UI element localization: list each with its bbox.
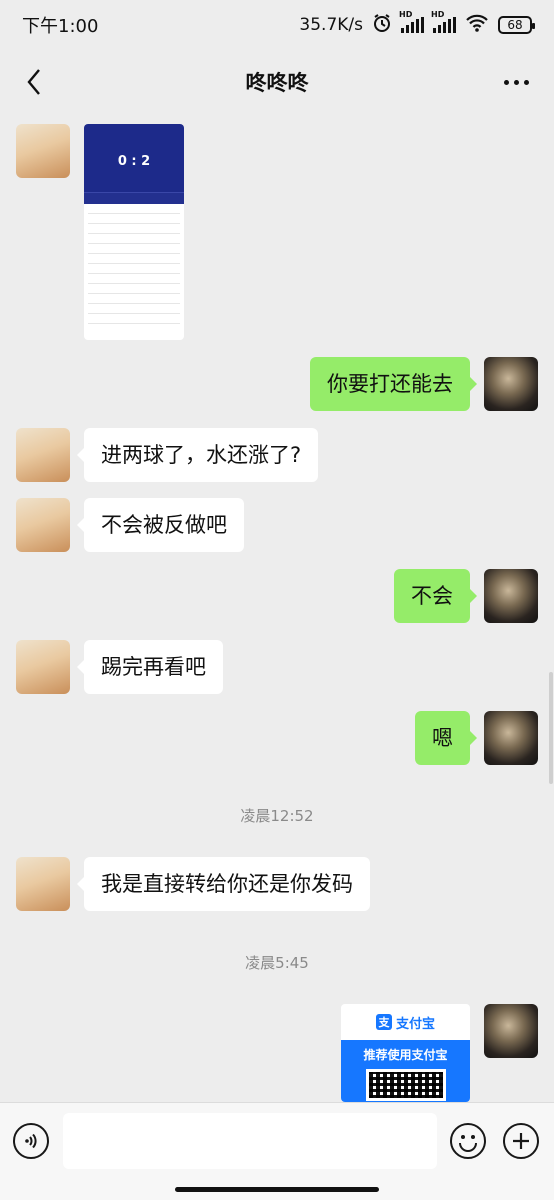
hd-label-2: HD (431, 10, 445, 19)
wifi-icon (465, 14, 489, 37)
emoji-button[interactable] (450, 1123, 486, 1159)
dot-icon (523, 79, 529, 85)
alipay-brand: 支付宝 (395, 1016, 435, 1032)
my-avatar[interactable] (484, 711, 538, 765)
voice-icon (25, 1133, 37, 1149)
received-message[interactable]: 进两球了，水还涨了? (76, 428, 319, 482)
status-time: 下午1:00 (22, 16, 99, 37)
voice-button[interactable] (13, 1123, 49, 1159)
contact-avatar[interactable] (16, 124, 70, 178)
signal-icon-1: HD (399, 10, 424, 33)
more-options-button[interactable] (496, 64, 536, 100)
qr-code-icon (365, 1069, 446, 1101)
battery-icon: 68 (498, 16, 535, 34)
dot-icon (513, 79, 519, 85)
received-message[interactable]: 我是直接转给你还是你发码 (77, 857, 370, 911)
sent-message[interactable]: 嗯 (415, 711, 477, 765)
alipay-header: 支 支付宝 (341, 1004, 470, 1040)
dot-icon (503, 79, 509, 85)
chevron-left-icon (27, 69, 40, 95)
my-avatar[interactable] (484, 569, 538, 623)
alipay-body: 推荐使用支付宝 (341, 1040, 470, 1102)
alarm-icon (372, 13, 392, 38)
alipay-caption: 推荐使用支付宝 (363, 1048, 448, 1062)
status-bar: 下午1:00 35.7K/s HD HD 68 (0, 0, 554, 50)
alipay-card-message[interactable]: 支 支付宝 推荐使用支付宝 (341, 1004, 470, 1102)
plus-icon (513, 1133, 529, 1149)
match-screenshot-header: 0 : 2 (84, 124, 184, 192)
timestamp: 凌晨5:45 (245, 954, 309, 972)
network-speed: 35.7K/s (299, 15, 363, 35)
sent-message[interactable]: 你要打还能去 (310, 357, 477, 411)
sent-message[interactable]: 不会 (394, 569, 477, 623)
alipay-logo-icon: 支 (375, 1014, 392, 1030)
hd-label: HD (399, 10, 413, 19)
signal-icon-2: HD (431, 10, 456, 33)
my-avatar[interactable] (484, 1004, 538, 1058)
scrollbar[interactable] (549, 672, 553, 784)
timestamp: 凌晨12:52 (240, 807, 314, 825)
image-message[interactable]: 0 : 2 (84, 124, 184, 340)
back-button[interactable] (14, 62, 54, 102)
received-message[interactable]: 不会被反做吧 (77, 498, 244, 552)
contact-avatar[interactable] (16, 857, 70, 911)
more-features-button[interactable] (503, 1123, 539, 1159)
match-score: 0 : 2 (117, 154, 151, 169)
message-input[interactable] (63, 1113, 437, 1169)
contact-avatar[interactable] (16, 640, 70, 694)
input-bar (0, 1102, 554, 1200)
home-indicator[interactable] (175, 1187, 379, 1192)
status-icons: 35.7K/s HD HD 68 (299, 10, 535, 38)
contact-avatar[interactable] (16, 428, 70, 482)
emoji-icon (459, 1135, 477, 1152)
chat-header: 咚咚咚 (0, 50, 554, 114)
my-avatar[interactable] (484, 357, 538, 411)
chat-title: 咚咚咚 (245, 71, 309, 95)
contact-avatar[interactable] (16, 498, 70, 552)
received-message[interactable]: 踢完再看吧 (77, 640, 223, 694)
